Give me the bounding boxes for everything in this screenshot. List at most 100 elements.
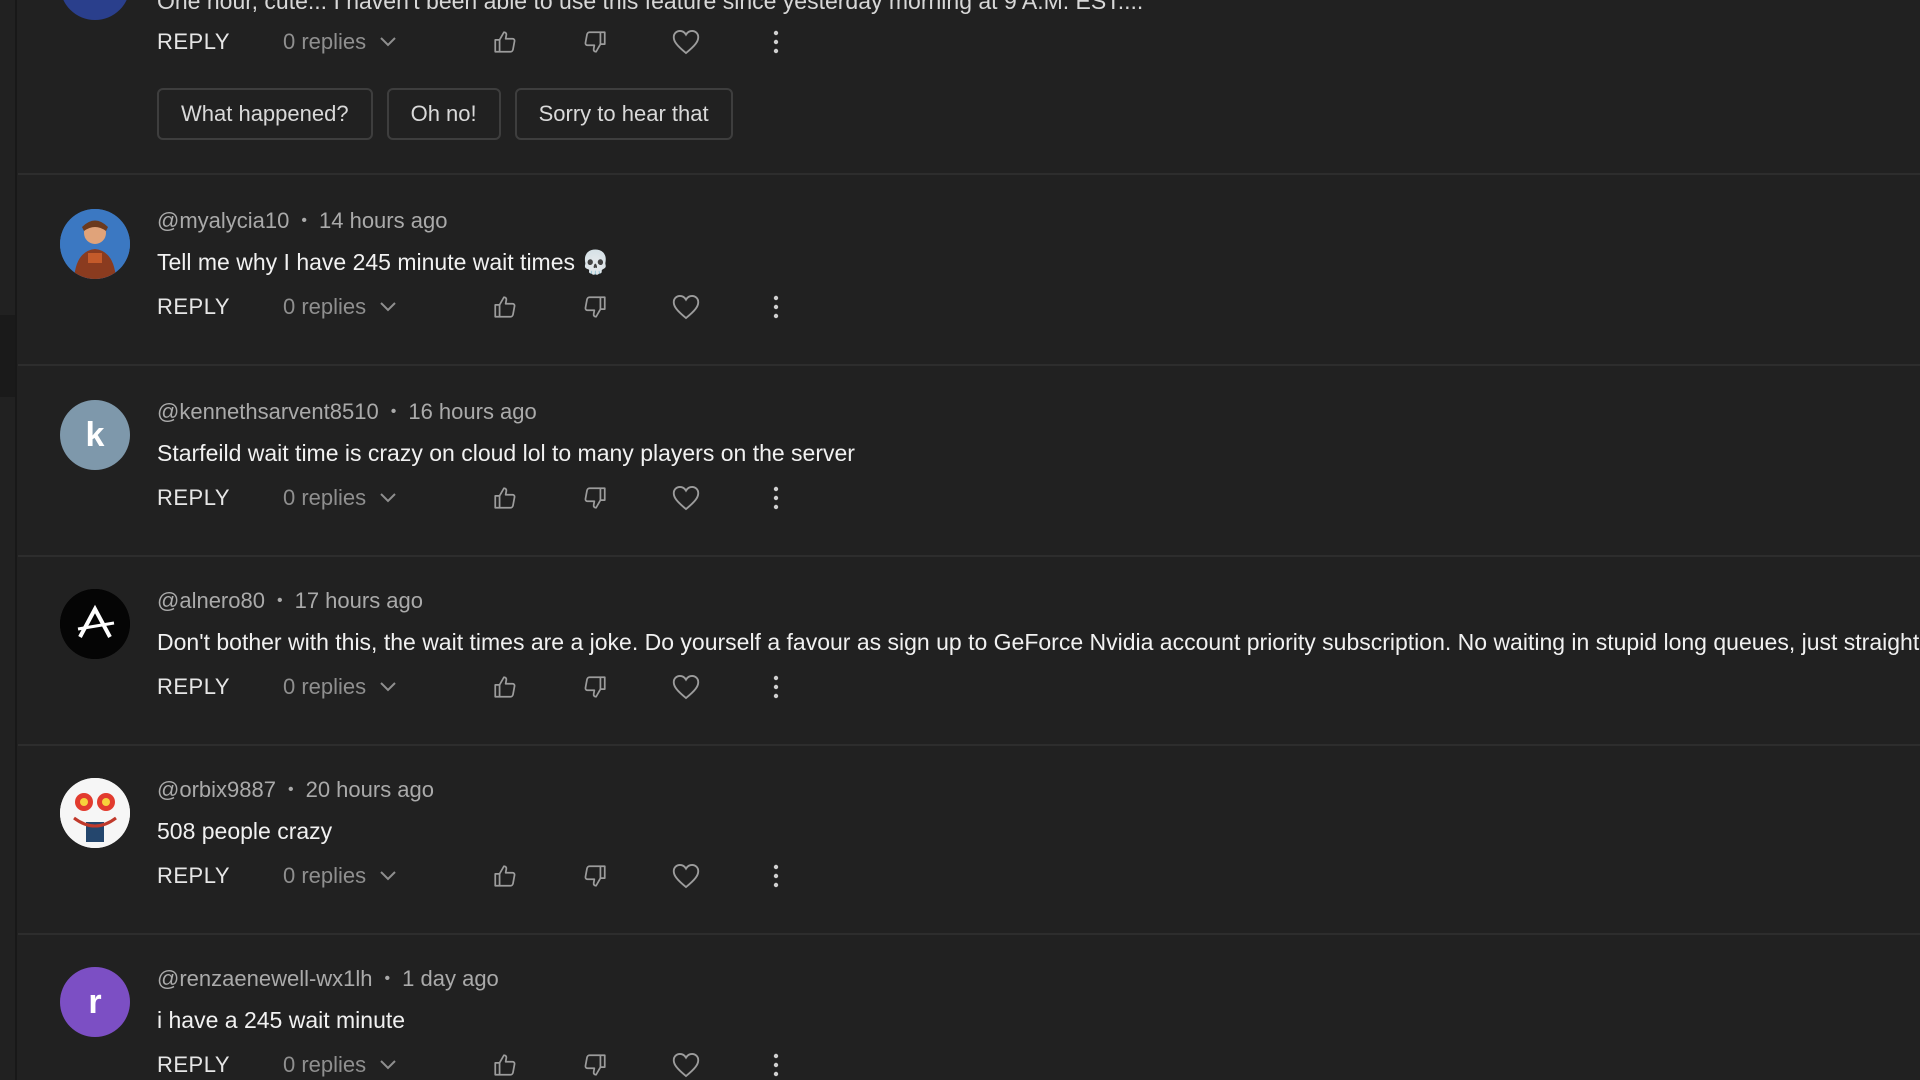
thumb-up-icon[interactable]	[490, 861, 520, 891]
comment-meta: @kennethsarvent8510 • 16 hours ago	[157, 397, 537, 427]
comments-viewport: One hour, cute... I haven't been able to…	[0, 0, 1920, 1080]
comment-meta: @orbix9887 • 20 hours ago	[157, 775, 434, 805]
comment-text: Don't bother with this, the wait times a…	[157, 629, 1920, 655]
more-vert-icon[interactable]	[761, 672, 791, 702]
comment-thread: @myalycia10 • 14 hours ago Tell me why I…	[18, 176, 1920, 366]
replies-count: 0 replies	[283, 294, 367, 319]
heart-icon[interactable]	[671, 861, 701, 891]
replies-count: 0 replies	[283, 29, 367, 54]
heart-icon[interactable]	[671, 1050, 701, 1080]
thumb-down-icon[interactable]	[580, 861, 610, 891]
comment-text: 508 people crazy	[157, 818, 333, 844]
heart-icon[interactable]	[671, 292, 701, 322]
avatar-letter: k	[85, 415, 105, 454]
thumb-up-icon[interactable]	[490, 672, 520, 702]
avatar[interactable]	[60, 778, 130, 848]
replies-toggle[interactable]: 0 replies	[283, 294, 396, 320]
avatar[interactable]	[60, 209, 130, 279]
replies-count: 0 replies	[283, 863, 367, 888]
suggested-replies: What happened? Oh no! Sorry to hear that	[157, 88, 747, 140]
thumb-down-icon[interactable]	[580, 672, 610, 702]
comment-meta: @renzaenewell-wx1lh • 1 day ago	[157, 964, 499, 994]
chevron-down-icon	[380, 871, 396, 881]
chevron-down-icon	[380, 682, 396, 692]
avatar[interactable]	[60, 0, 130, 20]
thumb-down-icon[interactable]	[580, 483, 610, 513]
more-vert-icon[interactable]	[761, 27, 791, 57]
comment-time[interactable]: 20 hours ago	[306, 777, 434, 803]
logo-avatar-image	[60, 589, 130, 659]
avatar[interactable]: k	[60, 400, 130, 470]
comment-meta: @alnero80 • 17 hours ago	[157, 586, 423, 616]
reply-button[interactable]: REPLY	[157, 674, 230, 700]
separator-dot: •	[384, 970, 391, 987]
rail-highlight	[0, 315, 15, 397]
suggested-reply-chip[interactable]: What happened?	[157, 88, 373, 140]
comment-time[interactable]: 1 day ago	[402, 966, 499, 992]
author-handle[interactable]: @kennethsarvent8510	[157, 399, 379, 425]
comment-thread: @alnero80 • 17 hours ago Don't bother wi…	[18, 556, 1920, 746]
more-vert-icon[interactable]	[761, 483, 791, 513]
avatar[interactable]	[60, 589, 130, 659]
reply-button[interactable]: REPLY	[157, 29, 230, 55]
avatar-letter: r	[88, 982, 102, 1021]
heart-icon[interactable]	[671, 27, 701, 57]
comment-text: One hour, cute... I haven't been able to…	[157, 0, 1144, 14]
chevron-down-icon	[380, 37, 396, 47]
more-vert-icon[interactable]	[761, 1050, 791, 1080]
comment-text: Tell me why I have 245 minute wait times…	[157, 249, 611, 275]
thumb-up-icon[interactable]	[490, 27, 520, 57]
suggested-reply-chip[interactable]: Oh no!	[386, 88, 501, 140]
author-handle[interactable]: @myalycia10	[157, 208, 289, 234]
avatar-character-image	[60, 209, 130, 279]
separator-dot: •	[301, 212, 307, 229]
reply-button[interactable]: REPLY	[157, 863, 230, 889]
thumb-up-icon[interactable]	[490, 1050, 520, 1080]
comment-time[interactable]: 14 hours ago	[319, 208, 447, 234]
comment-thread: k @kennethsarvent8510 • 16 hours ago Sta…	[18, 367, 1920, 557]
author-handle[interactable]: @alnero80	[157, 588, 265, 614]
comment-time[interactable]: 16 hours ago	[408, 399, 536, 425]
heart-icon[interactable]	[671, 672, 701, 702]
thumb-down-icon[interactable]	[580, 292, 610, 322]
replies-count: 0 replies	[283, 1052, 367, 1077]
separator-dot: •	[390, 403, 397, 420]
heart-icon[interactable]	[671, 483, 701, 513]
reply-button[interactable]: REPLY	[157, 1052, 230, 1078]
thumb-down-icon[interactable]	[580, 1050, 610, 1080]
reply-button[interactable]: REPLY	[157, 485, 230, 511]
comment-thread: r @renzaenewell-wx1lh • 1 day ago i have…	[18, 934, 1920, 1080]
thumb-down-icon[interactable]	[580, 27, 610, 57]
cartoon-avatar-image	[60, 778, 130, 848]
replies-count: 0 replies	[283, 485, 367, 510]
comment-text: i have a 245 wait minute	[157, 1007, 406, 1033]
thumb-up-icon[interactable]	[490, 483, 520, 513]
thumb-up-icon[interactable]	[490, 292, 520, 322]
author-handle[interactable]: @renzaenewell-wx1lh	[157, 966, 373, 992]
replies-toggle[interactable]: 0 replies	[283, 674, 396, 700]
comment-meta: @myalycia10 • 14 hours ago	[157, 206, 447, 236]
comment-actions: REPLY 0 replies	[157, 23, 797, 63]
left-rail	[0, 0, 17, 1080]
comment-actions: REPLY 0 replies	[157, 857, 797, 897]
replies-toggle[interactable]: 0 replies	[283, 29, 396, 55]
author-handle[interactable]: @orbix9887	[157, 777, 276, 803]
comment-actions: REPLY 0 replies	[157, 668, 797, 708]
comment-actions: REPLY 0 replies	[157, 1046, 797, 1080]
comment-time[interactable]: 17 hours ago	[295, 588, 423, 614]
more-vert-icon[interactable]	[761, 861, 791, 891]
comment-actions: REPLY 0 replies	[157, 288, 797, 328]
more-vert-icon[interactable]	[761, 292, 791, 322]
avatar[interactable]: r	[60, 967, 130, 1037]
separator-dot: •	[287, 781, 294, 798]
chevron-down-icon	[380, 493, 396, 503]
suggested-reply-chip[interactable]: Sorry to hear that	[514, 88, 733, 140]
reply-button[interactable]: REPLY	[157, 294, 230, 320]
replies-toggle[interactable]: 0 replies	[283, 863, 396, 889]
replies-toggle[interactable]: 0 replies	[283, 485, 396, 511]
replies-count: 0 replies	[283, 674, 367, 699]
replies-toggle[interactable]: 0 replies	[283, 1052, 396, 1078]
separator-dot: •	[276, 592, 283, 609]
chevron-down-icon	[380, 302, 396, 312]
comment-thread: @orbix9887 • 20 hours ago 508 people cra…	[18, 745, 1920, 935]
